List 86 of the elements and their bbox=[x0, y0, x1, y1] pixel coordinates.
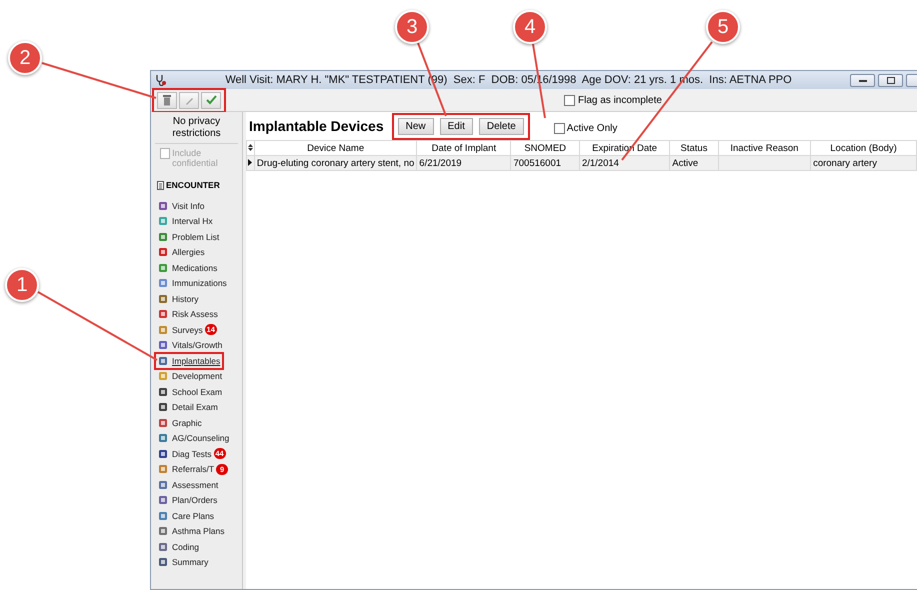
sidebar-item[interactable]: Problem List bbox=[155, 229, 220, 244]
sidebar-item[interactable]: School Exam bbox=[155, 384, 222, 400]
maximize-icon bbox=[886, 76, 894, 84]
trash-icon bbox=[162, 94, 172, 106]
callout-marker: 4 bbox=[513, 10, 547, 44]
item-icon bbox=[158, 433, 168, 444]
check-button[interactable] bbox=[201, 92, 221, 108]
item-icon bbox=[158, 340, 168, 350]
check-icon bbox=[206, 95, 216, 105]
sidebar-item[interactable]: Summary bbox=[155, 554, 208, 570]
item-icon bbox=[158, 200, 168, 211]
sidebar-item[interactable]: Risk Assess bbox=[155, 306, 218, 322]
sidebar-item[interactable]: Assessment bbox=[155, 477, 218, 492]
table-cell: coronary artery bbox=[813, 158, 877, 168]
item-icon bbox=[158, 324, 168, 335]
checkbox-label: Flag as incomplete bbox=[578, 94, 662, 106]
item-icon bbox=[158, 557, 168, 568]
sidebar-item[interactable]: AG/Counseling bbox=[155, 430, 230, 446]
sidebar-item[interactable]: Vitals/Growth bbox=[155, 338, 222, 353]
sidebar-item[interactable]: Allergies bbox=[155, 244, 205, 260]
item-icon bbox=[158, 464, 168, 474]
sidebar-item[interactable]: Immunizations bbox=[155, 276, 227, 291]
item-icon bbox=[158, 448, 168, 459]
item-icon bbox=[158, 510, 168, 521]
maximize-button[interactable] bbox=[878, 74, 903, 86]
checkbox-label: Active Only bbox=[566, 122, 618, 134]
sidebar-item[interactable]: Visit Info bbox=[155, 198, 204, 214]
column-header[interactable]: Status bbox=[670, 140, 718, 156]
sidebar-item[interactable]: History bbox=[155, 291, 198, 306]
item-icon bbox=[158, 418, 168, 428]
table-cell: 2/1/2014 bbox=[582, 158, 619, 168]
action-button[interactable]: New bbox=[398, 118, 434, 134]
item-icon bbox=[158, 542, 168, 552]
document-icon bbox=[157, 180, 164, 190]
column-header[interactable]: SNOMED bbox=[510, 140, 580, 156]
callout-marker: 5 bbox=[706, 10, 740, 44]
sidebar-item[interactable]: Referrals/T bbox=[155, 462, 214, 477]
item-icon bbox=[158, 480, 168, 490]
section-title: Implantable Devices bbox=[249, 118, 384, 134]
sidebar-item[interactable]: Diag Tests bbox=[155, 446, 212, 462]
sidebar-item[interactable]: Development bbox=[155, 368, 222, 384]
item-icon bbox=[158, 232, 168, 242]
item-icon bbox=[158, 371, 168, 382]
item-icon bbox=[158, 294, 168, 304]
sidebar-item[interactable]: Interval Hx bbox=[155, 214, 213, 229]
column-header[interactable]: Inactive Reason bbox=[718, 140, 811, 156]
checkbox[interactable] bbox=[554, 122, 565, 134]
sidebar-item[interactable]: Surveys bbox=[155, 322, 203, 338]
sidebar-item[interactable]: Asthma Plans bbox=[155, 524, 224, 539]
action-button[interactable]: Delete bbox=[478, 118, 524, 134]
checkbox-label: Include confidential bbox=[172, 148, 219, 168]
column-header[interactable]: Location (Body) bbox=[810, 140, 916, 156]
item-icon bbox=[158, 309, 168, 320]
sidebar-item[interactable]: Coding bbox=[155, 539, 199, 554]
sidebar-item[interactable]: Implantables bbox=[155, 353, 224, 368]
minimize-button[interactable] bbox=[850, 74, 875, 86]
stethoscope-icon bbox=[155, 74, 167, 86]
section-header: ENCOUNTER bbox=[166, 180, 220, 190]
sidebar-item[interactable]: Graphic bbox=[155, 415, 202, 430]
item-icon bbox=[158, 262, 168, 273]
item-icon bbox=[158, 278, 168, 288]
table-cell: Drug-eluting coronary artery stent, no bbox=[256, 158, 414, 168]
item-icon bbox=[158, 495, 168, 506]
minimize-icon bbox=[858, 78, 866, 82]
callout-marker: 2 bbox=[8, 41, 42, 75]
sidebar-item[interactable]: Medications bbox=[155, 260, 218, 276]
action-button[interactable]: Edit bbox=[440, 118, 473, 134]
table-cell: 700516001 bbox=[513, 158, 562, 168]
item-icon bbox=[158, 402, 168, 412]
item-icon bbox=[158, 526, 168, 536]
item-icon bbox=[158, 386, 168, 397]
callout-marker: 1 bbox=[5, 268, 39, 302]
trash-button[interactable] bbox=[157, 92, 177, 108]
item-icon bbox=[158, 216, 168, 226]
column-header[interactable]: Device Name bbox=[254, 140, 417, 156]
checkbox[interactable] bbox=[564, 94, 575, 106]
privacy-status: No privacy restrictions bbox=[155, 116, 238, 144]
table-cell: 6/21/2019 bbox=[419, 158, 462, 168]
table-cell: Active bbox=[672, 158, 698, 168]
column-header[interactable]: Date of Implant bbox=[416, 140, 511, 156]
item-icon bbox=[158, 247, 168, 258]
sidebar-item[interactable]: Detail Exam bbox=[155, 400, 218, 415]
callout-marker: 3 bbox=[395, 10, 429, 44]
sidebar-item[interactable]: Plan/Orders bbox=[155, 492, 218, 508]
sidebar-item[interactable]: Care Plans bbox=[155, 508, 214, 524]
item-icon bbox=[158, 356, 168, 366]
